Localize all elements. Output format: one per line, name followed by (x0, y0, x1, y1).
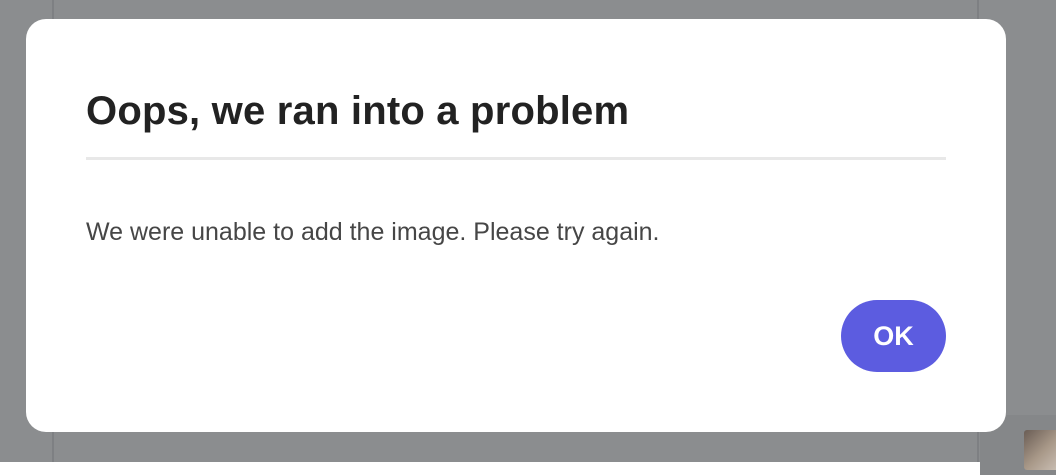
background-image-thumbnail (1024, 430, 1056, 470)
dialog-divider (86, 157, 946, 160)
error-dialog: Oops, we ran into a problem We were unab… (26, 19, 1006, 432)
dialog-title: Oops, we ran into a problem (86, 89, 630, 133)
dialog-message: We were unable to add the image. Please … (86, 218, 660, 246)
ok-button[interactable]: OK (841, 300, 946, 372)
